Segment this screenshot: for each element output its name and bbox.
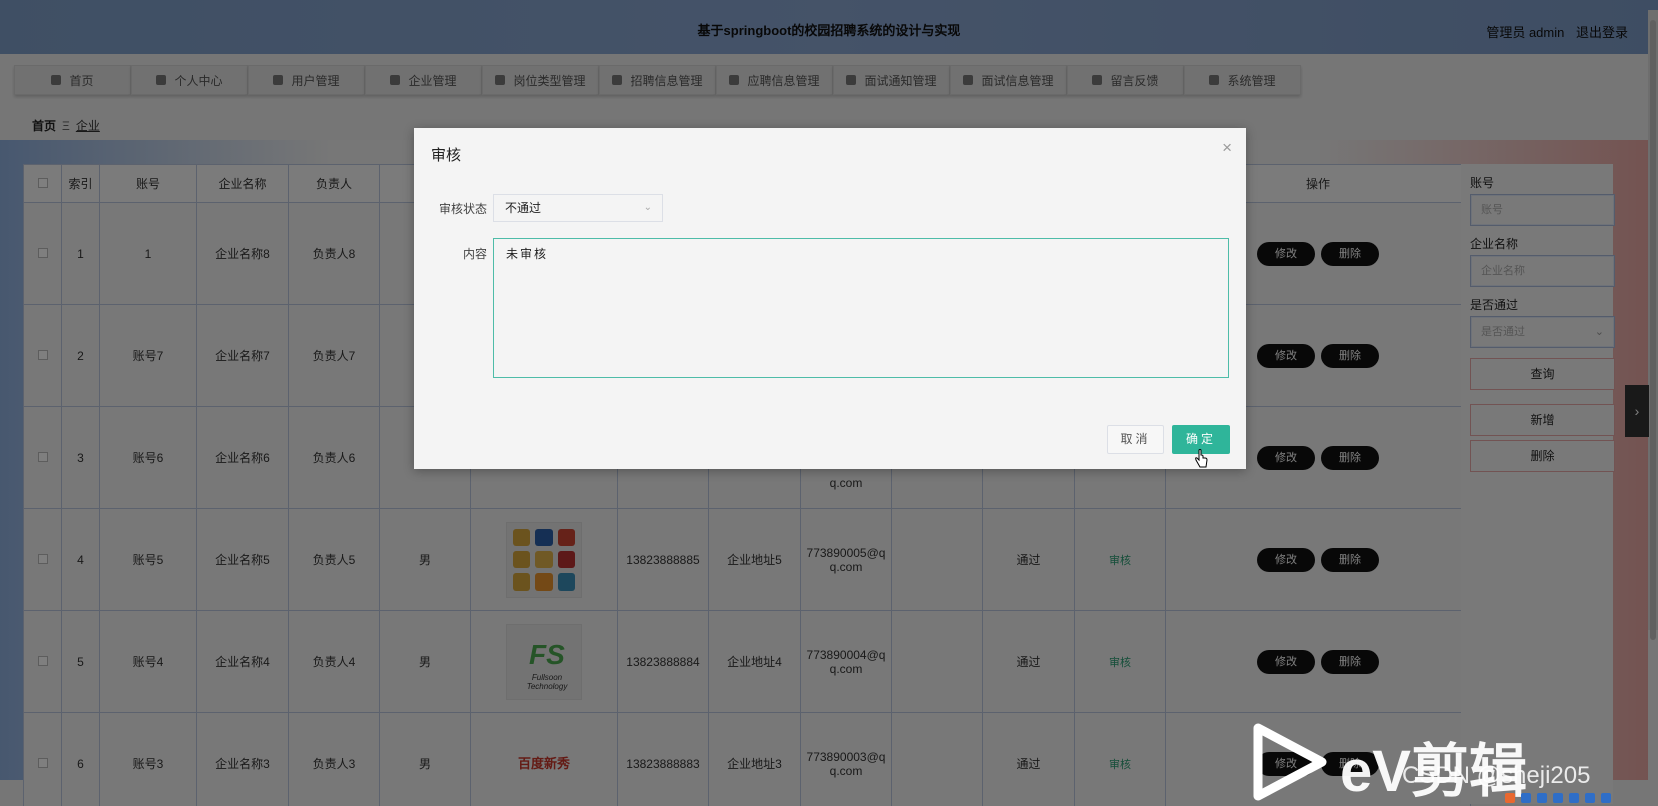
- ime-lang-icon[interactable]: [1521, 793, 1531, 803]
- ime-toolbar: [1505, 793, 1658, 806]
- ime-mic-icon[interactable]: [1553, 793, 1563, 803]
- audit-status-label: 审核状态: [438, 202, 487, 216]
- ime-logo-icon[interactable]: [1505, 793, 1515, 803]
- ime-skin-icon[interactable]: [1585, 793, 1595, 803]
- audit-dialog: 审核 × 审核状态 不通过 ⌄ 内容 取消 确定: [414, 128, 1246, 469]
- audit-status-value: 不通过: [505, 201, 542, 215]
- ime-keyboard-icon[interactable]: [1569, 793, 1579, 803]
- chevron-down-icon: ⌄: [643, 202, 652, 213]
- ime-punct-icon[interactable]: [1537, 793, 1547, 803]
- hand-cursor-icon: [1195, 449, 1208, 468]
- content-label: 内容: [462, 247, 487, 261]
- close-icon[interactable]: ×: [1222, 138, 1232, 158]
- play-logo-icon: [1253, 723, 1327, 801]
- dialog-title: 审核: [431, 147, 462, 164]
- cancel-button[interactable]: 取消: [1107, 425, 1164, 454]
- ime-tools-icon[interactable]: [1601, 793, 1611, 803]
- content-textarea[interactable]: [493, 238, 1229, 378]
- audit-status-select[interactable]: 不通过 ⌄: [493, 194, 663, 222]
- watermark-csdn-text: CSDN @sheji205: [1402, 762, 1591, 789]
